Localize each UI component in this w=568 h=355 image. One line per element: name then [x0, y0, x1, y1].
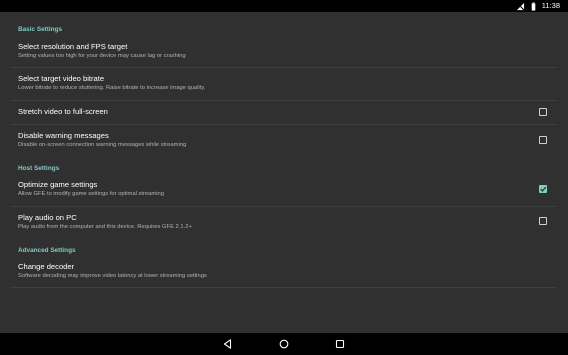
pref-summary: Setting values too high for your device …	[18, 53, 186, 59]
divider	[10, 206, 557, 207]
section-title-host: Host Settings	[18, 165, 60, 172]
section-title-basic: Basic Settings	[18, 26, 63, 33]
pref-summary: Disable on-screen connection warning mes…	[18, 142, 187, 148]
divider	[10, 67, 557, 68]
pref-warnings[interactable]: Disable warning messages Disable on-scre…	[10, 125, 557, 155]
pref-summary: Software decoding may improve video late…	[18, 273, 207, 279]
settings-list[interactable]: Basic Settings Select resolution and FPS…	[0, 12, 568, 333]
section-title-advanced: Advanced Settings	[18, 247, 76, 254]
pref-summary: Allow GFE to modify game settings for op…	[18, 191, 164, 197]
back-icon	[223, 339, 232, 349]
pref-title: Disable warning messages	[18, 131, 109, 140]
recents-icon	[335, 339, 345, 349]
home-button[interactable]	[278, 338, 290, 350]
pref-resolution[interactable]: Select resolution and FPS target Setting…	[10, 38, 557, 68]
pref-bitrate[interactable]: Select target video bitrate Lower bitrat…	[10, 70, 557, 100]
pref-summary: Lower bitrate to reduce stuttering. Rais…	[18, 85, 206, 91]
pref-title: Stretch video to full-screen	[18, 107, 108, 116]
pref-optimize[interactable]: Optimize game settings Allow GFE to modi…	[10, 176, 557, 206]
status-icons: 11:38	[516, 0, 560, 12]
pref-title: Change decoder	[18, 262, 75, 271]
optimize-checkbox[interactable]	[539, 185, 547, 193]
no-sim-icon	[516, 2, 525, 10]
pref-title: Play audio on PC	[18, 213, 77, 222]
pref-title: Select resolution and FPS target	[18, 42, 128, 51]
navigation-bar	[0, 333, 568, 355]
divider	[10, 287, 557, 288]
status-bar: 11:38	[0, 0, 568, 12]
warnings-checkbox[interactable]	[539, 136, 547, 144]
recents-button[interactable]	[334, 338, 346, 350]
stretch-checkbox[interactable]	[539, 108, 547, 116]
audio-checkbox[interactable]	[539, 217, 547, 225]
status-time: 11:38	[541, 1, 560, 10]
pref-title: Optimize game settings	[18, 180, 98, 189]
home-icon	[279, 339, 289, 349]
pref-audio[interactable]: Play audio on PC Play audio from the com…	[10, 208, 557, 238]
pref-stretch[interactable]: Stretch video to full-screen	[10, 101, 557, 125]
pref-title: Select target video bitrate	[18, 74, 105, 83]
battery-icon	[531, 1, 536, 11]
back-button[interactable]	[222, 338, 234, 350]
pref-decoder[interactable]: Change decoder Software decoding may imp…	[10, 258, 557, 288]
pref-summary: Play audio from the computer and this de…	[18, 224, 192, 230]
check-icon	[540, 186, 547, 192]
